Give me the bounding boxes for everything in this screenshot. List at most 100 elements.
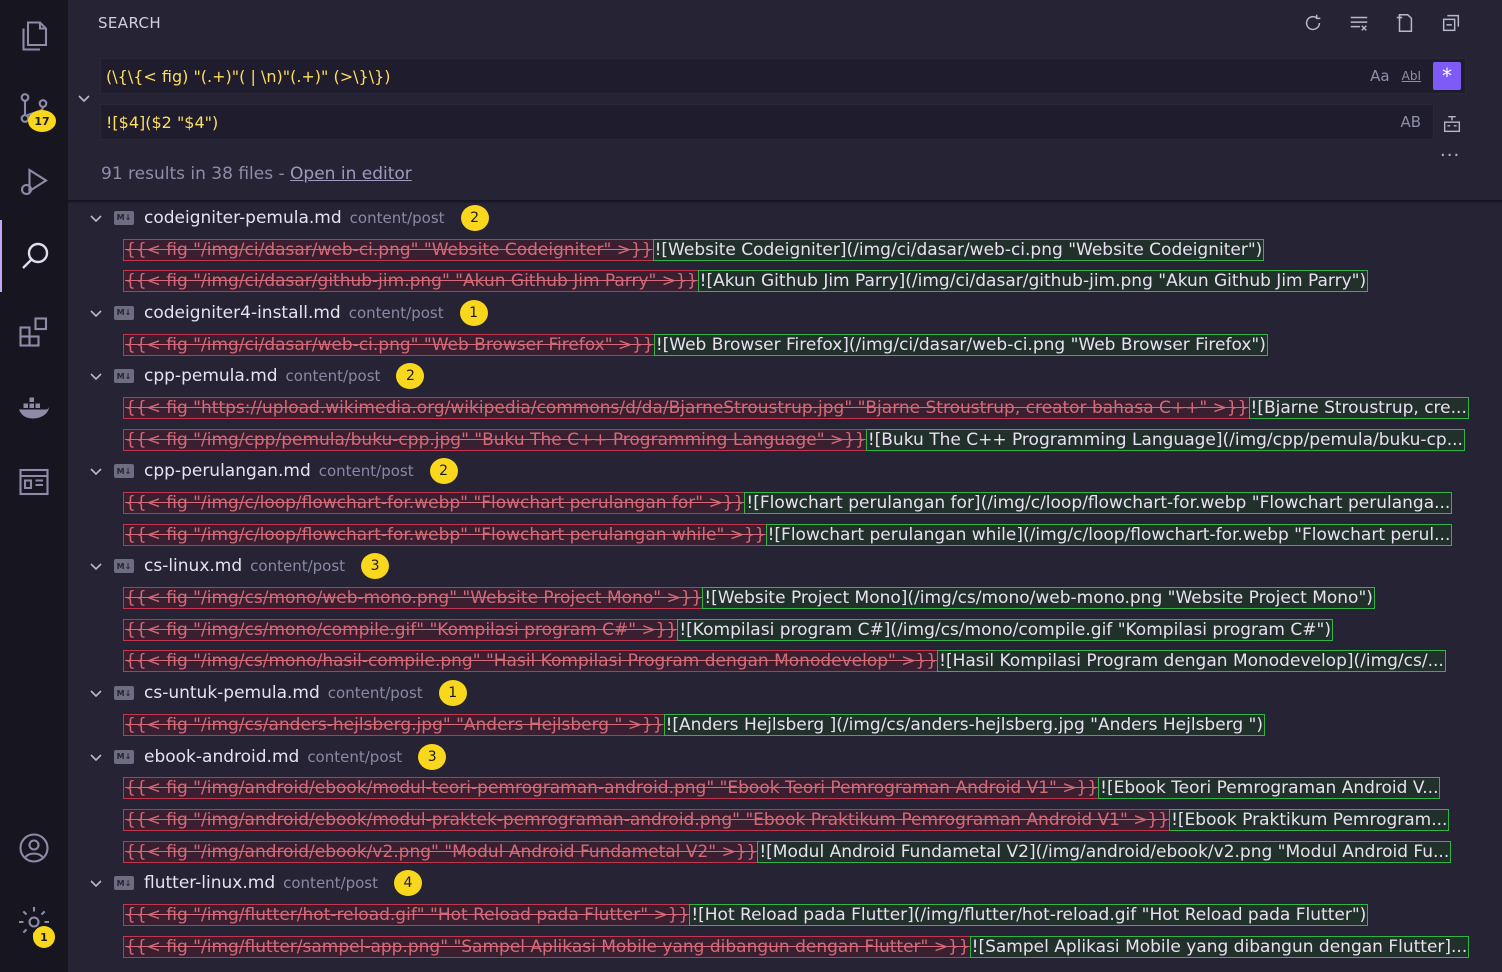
clear-all-icon <box>1348 12 1370 34</box>
file-path: content/post <box>286 367 381 385</box>
replace-value[interactable]: ![$4]($2 "$4") <box>101 113 1400 132</box>
remote-explorer-button[interactable] <box>0 446 68 518</box>
file-path: content/post <box>350 209 445 227</box>
extensions-button[interactable] <box>0 296 68 368</box>
file-name: ebook-android.md <box>144 747 299 767</box>
file-name: cpp-perulangan.md <box>144 461 311 481</box>
match-result-row[interactable]: {{< fig "/img/ci/dasar/web-ci.png" "Web … <box>68 329 1486 361</box>
manage-button[interactable]: 1 <box>0 886 68 958</box>
match-replacement-text: ![Website Codeigniter](/img/ci/dasar/web… <box>654 240 1264 260</box>
source-control-button[interactable]: 17 <box>0 72 68 144</box>
chevron-down-icon[interactable] <box>88 685 104 701</box>
match-whole-word-toggle[interactable]: AbI <box>1402 69 1421 83</box>
accounts-button[interactable] <box>0 812 68 884</box>
chevron-down-icon[interactable] <box>88 210 104 226</box>
match-result-row[interactable]: {{< fig "/img/flutter/hot-reload.gif" "H… <box>68 899 1486 931</box>
panel-title: SEARCH <box>98 14 161 32</box>
replace-input[interactable]: ![$4]($2 "$4") AB <box>100 104 1434 140</box>
markdown-file-icon: M↓ <box>114 369 134 383</box>
match-result-row[interactable]: {{< fig "/img/cs/mono/hasil-compile.png"… <box>68 646 1486 678</box>
match-result-row[interactable]: {{< fig "/img/android/ebook/modul-teori-… <box>68 772 1486 804</box>
match-result-row[interactable]: {{< fig "/img/cs/mono/compile.gif" "Komp… <box>68 614 1486 646</box>
chevron-down-icon[interactable] <box>88 463 104 479</box>
preserve-case-toggle[interactable]: AB <box>1400 113 1421 131</box>
file-result-row[interactable]: M↓flutter-linux.mdcontent/post4 <box>68 867 1502 899</box>
match-result-row[interactable]: {{< fig "/img/android/ebook/modul-prakte… <box>68 804 1486 836</box>
markdown-file-icon: M↓ <box>114 750 134 764</box>
match-removed-text: {{< fig "https://upload.wikimedia.org/wi… <box>124 398 1250 418</box>
match-removed-text: {{< fig "/img/flutter/sampel-app.png" "S… <box>124 937 971 957</box>
search-input[interactable]: (\{\{< fig) "(.+)"( | \n)"(.+)" (>\}\}) … <box>100 58 1466 94</box>
match-case-toggle[interactable]: Aa <box>1370 67 1389 85</box>
toggle-replace-chevron-icon[interactable] <box>76 90 92 106</box>
docker-button[interactable] <box>0 372 68 444</box>
match-count-badge: 2 <box>461 205 489 231</box>
new-search-editor-button[interactable] <box>1392 10 1418 36</box>
file-path: content/post <box>328 684 423 702</box>
markdown-file-icon: M↓ <box>114 686 134 700</box>
match-replacement-text: ![Flowchart perulangan for](/img/c/loop/… <box>745 493 1451 513</box>
match-count-badge: 2 <box>430 458 458 484</box>
match-result-row[interactable]: {{< fig "/img/cs/anders-hejlsberg.jpg" "… <box>68 709 1486 741</box>
match-replacement-text: ![Ebook Praktikum Pemrogram... <box>1170 810 1448 830</box>
match-replacement-text: ![Buku The C++ Programming Language](/im… <box>867 430 1464 450</box>
run-debug-button[interactable] <box>0 146 68 218</box>
collapse-all-button[interactable] <box>1438 10 1464 36</box>
results-tree: M↓codeigniter-pemula.mdcontent/post2{{< … <box>68 202 1502 972</box>
match-result-row[interactable]: {{< fig "/img/ci/dasar/github-jim.png" "… <box>68 265 1486 297</box>
match-result-row[interactable]: {{< fig "/img/android/ebook/v2.png" "Mod… <box>68 836 1486 868</box>
file-name: cpp-pemula.md <box>144 366 278 386</box>
account-icon <box>16 830 52 866</box>
match-replacement-text: ![Kompilasi program C#](/img/cs/mono/com… <box>678 620 1332 640</box>
file-result-row[interactable]: M↓ebook-android.mdcontent/post3 <box>68 741 1502 773</box>
file-name: cs-linux.md <box>144 556 242 576</box>
match-removed-text: {{< fig "/img/ci/dasar/github-jim.png" "… <box>124 271 699 291</box>
file-result-row[interactable]: M↓cs-linux.mdcontent/post3 <box>68 551 1502 583</box>
results-count: 91 results in 38 files - <box>101 164 290 184</box>
use-regex-toggle[interactable]: * <box>1433 62 1461 90</box>
match-replacement-text: ![Bjarne Stroustrup, cre... <box>1250 398 1468 418</box>
refresh-button[interactable] <box>1300 10 1326 36</box>
markdown-file-icon: M↓ <box>114 559 134 573</box>
match-result-row[interactable]: {{< fig "/img/c/loop/flowchart-for.webp"… <box>68 487 1486 519</box>
match-replacement-text: ![Sampel Aplikasi Mobile yang dibangun d… <box>971 937 1469 957</box>
file-result-row[interactable]: M↓codeigniter4-install.mdcontent/post1 <box>68 297 1502 329</box>
explorer-button[interactable] <box>0 0 68 72</box>
file-result-row[interactable]: M↓cpp-perulangan.mdcontent/post2 <box>68 456 1502 488</box>
replace-all-icon <box>1441 113 1463 135</box>
file-name: flutter-linux.md <box>144 873 275 893</box>
open-in-editor-link[interactable]: Open in editor <box>290 164 412 184</box>
replace-all-button[interactable] <box>1438 110 1466 138</box>
chevron-down-icon[interactable] <box>88 875 104 891</box>
match-result-row[interactable]: {{< fig "/img/ci/dasar/web-ci.png" "Webs… <box>68 234 1486 266</box>
file-name: codeigniter-pemula.md <box>144 208 342 228</box>
match-removed-text: {{< fig "/img/cs/anders-hejlsberg.jpg" "… <box>124 715 665 735</box>
more-options-button[interactable]: ... <box>1440 140 1460 161</box>
chevron-down-icon[interactable] <box>88 749 104 765</box>
file-result-row[interactable]: M↓codeigniter-pemula.mdcontent/post2 <box>68 202 1502 234</box>
match-result-row[interactable]: {{< fig "https://upload.wikimedia.org/wi… <box>68 392 1486 424</box>
file-name: codeigniter4-install.md <box>144 303 341 323</box>
chevron-down-icon[interactable] <box>88 368 104 384</box>
file-result-row[interactable]: M↓cs-untuk-pemula.mdcontent/post1 <box>68 677 1502 709</box>
match-result-row[interactable]: {{< fig "/img/flutter/sampel-app.png" "S… <box>68 931 1486 963</box>
match-removed-text: {{< fig "/img/c/loop/flowchart-for.webp"… <box>124 525 767 545</box>
chevron-down-icon[interactable] <box>88 558 104 574</box>
match-replacement-text: ![Web Browser Firefox](/img/ci/dasar/web… <box>655 335 1267 355</box>
match-result-row[interactable]: {{< fig "/img/cpp/pemula/buku-cpp.jpg" "… <box>68 424 1486 456</box>
match-removed-text: {{< fig "/img/cs/mono/compile.gif" "Komp… <box>124 620 678 640</box>
match-count-badge: 1 <box>460 300 488 326</box>
file-result-row[interactable]: M↓cpp-pemula.mdcontent/post2 <box>68 360 1502 392</box>
chevron-down-icon[interactable] <box>88 305 104 321</box>
scm-badge: 17 <box>28 110 56 132</box>
search-button[interactable] <box>0 220 68 292</box>
match-count-badge: 3 <box>418 744 446 770</box>
title-actions <box>1300 10 1464 36</box>
match-result-row[interactable]: {{< fig "/img/c/loop/flowchart-for.webp"… <box>68 519 1486 551</box>
search-query[interactable]: (\{\{< fig) "(.+)"( | \n)"(.+)" (>\}\}) <box>101 67 1370 86</box>
search-icon <box>17 238 53 274</box>
clear-results-button[interactable] <box>1346 10 1372 36</box>
match-replacement-text: ![Ebook Teori Pemrograman Android V... <box>1099 778 1439 798</box>
results-summary: 91 results in 38 files - Open in editor <box>101 164 412 184</box>
match-result-row[interactable]: {{< fig "/img/cs/mono/web-mono.png" "Web… <box>68 582 1486 614</box>
